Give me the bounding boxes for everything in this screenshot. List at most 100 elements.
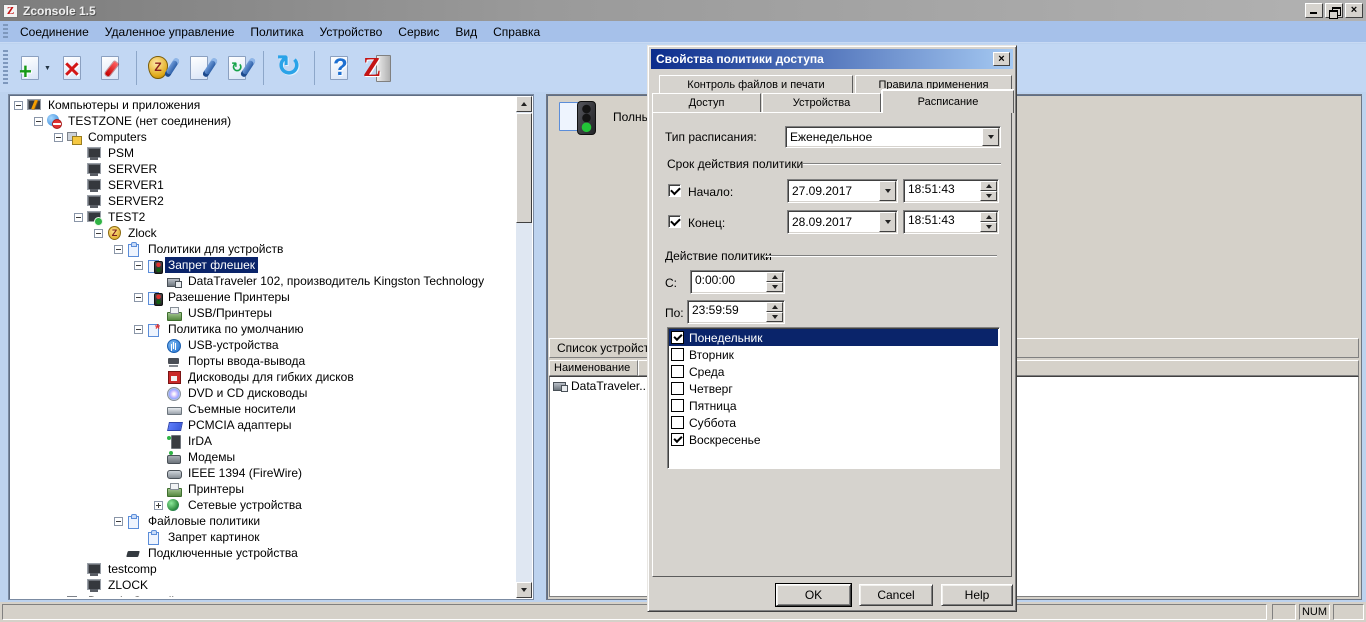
apply-config-button[interactable] <box>182 48 218 88</box>
refresh-button[interactable] <box>271 48 307 88</box>
to-time-spinner[interactable]: 23:59:59 <box>687 300 785 324</box>
tree-item[interactable]: USB-устройства <box>11 337 515 353</box>
about-zlock-button[interactable] <box>360 48 396 88</box>
chevron-down-icon[interactable] <box>879 212 896 232</box>
ok-button[interactable]: OK <box>776 584 851 606</box>
tree-item[interactable]: SERVER2 <box>11 193 515 209</box>
weekday-row[interactable]: Воскресенье <box>669 431 998 448</box>
tree-item[interactable]: DataTraveler 102, производитель Kingston… <box>11 273 515 289</box>
expand-minus-icon[interactable] <box>114 244 123 254</box>
minimize-button[interactable] <box>1305 3 1323 18</box>
tab-access[interactable]: Доступ <box>652 93 761 112</box>
expand-minus-icon[interactable] <box>134 292 143 302</box>
close-button[interactable]: × <box>1345 3 1363 18</box>
spin-down-icon[interactable] <box>766 312 783 322</box>
tree-item[interactable]: Съемные носители <box>11 401 515 417</box>
tree-item[interactable]: Запрет картинок <box>11 529 515 545</box>
menu-item-5[interactable]: Вид <box>447 22 485 42</box>
expand-minus-icon[interactable] <box>54 132 63 142</box>
tree-item[interactable]: Computers <box>11 129 515 145</box>
tree-item[interactable]: Компьютеры и приложения <box>11 97 515 113</box>
cancel-button[interactable]: Cancel <box>859 584 933 606</box>
from-time-spinner[interactable]: 0:00:00 <box>690 270 785 294</box>
expand-minus-icon[interactable] <box>34 116 43 126</box>
tree-item[interactable]: DVD и CD дисководы <box>11 385 515 401</box>
scroll-up-icon[interactable] <box>516 96 532 112</box>
menu-item-4[interactable]: Сервис <box>390 22 447 42</box>
tab-devices[interactable]: Устройства <box>762 93 881 112</box>
dialog-close-icon[interactable]: × <box>993 52 1010 66</box>
end-time-spinner[interactable]: 18:51:43 <box>903 210 999 234</box>
unchecked-checkbox[interactable] <box>671 365 684 378</box>
spin-up-icon[interactable] <box>980 212 997 222</box>
weekday-row[interactable]: Пятница <box>669 397 998 414</box>
tree-item[interactable]: PCMCIA адаптеры <box>11 417 515 433</box>
menu-item-1[interactable]: Удаленное управление <box>97 22 243 42</box>
tree-item[interactable]: Порты ввода-вывода <box>11 353 515 369</box>
menu-item-0[interactable]: Соединение <box>12 22 97 42</box>
checked-checkbox[interactable] <box>671 331 684 344</box>
tree-item[interactable]: ZLOCK <box>11 577 515 593</box>
tree-item[interactable]: SERVER <box>11 161 515 177</box>
tree-scrollbar[interactable] <box>516 96 532 598</box>
menu-item-6[interactable]: Справка <box>485 22 548 42</box>
unchecked-checkbox[interactable] <box>671 382 684 395</box>
tree-item[interactable]: Модемы <box>11 449 515 465</box>
toolbar-gripper[interactable] <box>3 50 8 86</box>
end-checkbox[interactable] <box>668 215 681 228</box>
menu-gripper[interactable] <box>3 23 8 40</box>
tree-item[interactable]: Domain Controllers <box>11 593 515 597</box>
help-button[interactable]: Help <box>941 584 1013 606</box>
delete-policy-button[interactable] <box>55 48 91 88</box>
tree-item[interactable]: Запрет флешек <box>11 257 515 274</box>
unchecked-checkbox[interactable] <box>671 416 684 429</box>
unchecked-checkbox[interactable] <box>671 348 684 361</box>
tree-item[interactable]: PSM <box>11 145 515 161</box>
tree-item[interactable]: Подключенные устройства <box>11 545 515 561</box>
expand-minus-icon[interactable] <box>134 260 143 270</box>
spin-up-icon[interactable] <box>766 272 783 282</box>
tree-item[interactable]: Политики для устройств <box>11 241 515 257</box>
tree-item[interactable]: TEST2 <box>11 209 515 226</box>
tree-item[interactable]: Сетевые устройства <box>11 497 515 513</box>
end-date-picker[interactable]: 28.09.2017 <box>787 210 898 234</box>
zlock-settings-button[interactable] <box>144 48 180 88</box>
menu-item-2[interactable]: Политика <box>242 22 311 42</box>
help-button[interactable] <box>322 48 358 88</box>
chevron-down-icon[interactable] <box>879 181 896 201</box>
weekday-row[interactable]: Четверг <box>669 380 998 397</box>
tab-schedule[interactable]: Расписание <box>882 90 1014 113</box>
tree-item[interactable]: Политика по умолчанию <box>11 321 515 337</box>
restore-button[interactable] <box>1325 3 1343 19</box>
weekday-row[interactable]: Понедельник <box>669 329 998 346</box>
tree-item[interactable]: SERVER1 <box>11 177 515 193</box>
tree-item[interactable]: IEEE 1394 (FireWire) <box>11 465 515 481</box>
tree-item[interactable]: Разешение Принтеры <box>11 289 515 306</box>
start-date-picker[interactable]: 27.09.2017 <box>787 179 898 203</box>
tree-item[interactable]: Дисководы для гибких дисков <box>11 369 515 385</box>
scroll-down-icon[interactable] <box>516 582 532 598</box>
new-policy-button[interactable] <box>13 48 49 88</box>
tab-file-print-control[interactable]: Контроль файлов и печати <box>659 75 853 94</box>
checked-checkbox[interactable] <box>671 433 684 446</box>
unchecked-checkbox[interactable] <box>671 399 684 412</box>
spin-down-icon[interactable] <box>766 282 783 292</box>
expand-minus-icon[interactable] <box>74 212 83 222</box>
tree-item[interactable]: USB/Принтеры <box>11 305 515 321</box>
weekday-row[interactable]: Суббота <box>669 414 998 431</box>
expand-minus-icon[interactable] <box>114 516 123 526</box>
start-time-spinner[interactable]: 18:51:43 <box>903 179 999 203</box>
schedule-type-combo[interactable]: Еженедельное <box>785 126 1001 148</box>
expand-plus-icon[interactable] <box>54 596 63 597</box>
spin-down-icon[interactable] <box>980 191 997 201</box>
tree-item[interactable]: Файловые политики <box>11 513 515 529</box>
spin-up-icon[interactable] <box>766 302 783 312</box>
start-checkbox[interactable] <box>668 184 681 197</box>
tree-item[interactable]: Zlock <box>11 225 515 241</box>
chevron-down-icon[interactable] <box>982 128 999 146</box>
expand-minus-icon[interactable] <box>94 228 103 238</box>
spin-down-icon[interactable] <box>980 222 997 232</box>
tree-item[interactable]: TESTZONE (нет соединения) <box>11 113 515 129</box>
expand-minus-icon[interactable] <box>14 100 23 110</box>
menu-item-3[interactable]: Устройство <box>312 22 391 42</box>
